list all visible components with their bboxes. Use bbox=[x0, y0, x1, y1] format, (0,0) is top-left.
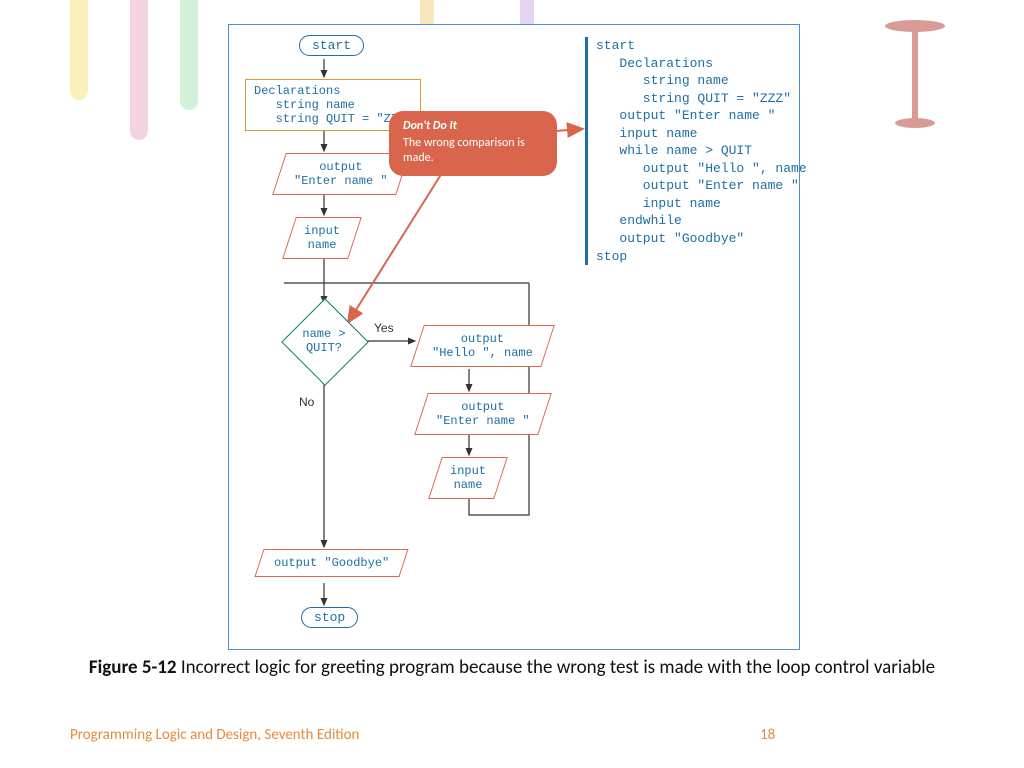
io-label: output "Hello ", name bbox=[432, 332, 533, 360]
io-label: output "Enter name " bbox=[294, 160, 388, 188]
callout-dont-do-it: Don't Do It The wrong comparison is made… bbox=[389, 111, 557, 176]
footer-page-number: 18 bbox=[760, 726, 775, 744]
io-output-goodbye: output "Goodbye" bbox=[259, 549, 404, 577]
edge-no: No bbox=[299, 395, 314, 409]
callout-title: Don't Do It bbox=[403, 119, 543, 134]
terminal-start: start bbox=[299, 35, 364, 56]
pseudocode-block: start Declarations string name string QU… bbox=[585, 37, 807, 265]
footer-book-title: Programming Logic and Design, Seventh Ed… bbox=[70, 726, 359, 744]
terminal-stop: stop bbox=[301, 607, 358, 628]
io-label: input name bbox=[304, 224, 340, 252]
stop-label: stop bbox=[314, 610, 345, 625]
caption-text: Incorrect logic for greeting program bec… bbox=[177, 656, 936, 679]
callout-body: The wrong comparison is made. bbox=[403, 136, 543, 166]
io-output-hello: output "Hello ", name bbox=[417, 325, 548, 367]
io-label: input name bbox=[450, 464, 486, 492]
io-input-name-1: input name bbox=[289, 217, 355, 259]
figure-caption: Figure 5-12 Incorrect logic for greeting… bbox=[0, 656, 1024, 681]
figure-container: start Declarations string name string QU… bbox=[228, 24, 800, 650]
io-label: output "Enter name " bbox=[436, 400, 530, 428]
caption-figure-number: Figure 5-12 bbox=[89, 656, 177, 679]
decision-label: name > QUIT? bbox=[284, 327, 364, 355]
edge-yes: Yes bbox=[374, 321, 394, 335]
io-output-enter-1: output "Enter name " bbox=[279, 153, 403, 195]
decision-name-gt-quit: name > QUIT? bbox=[284, 301, 364, 381]
io-input-name-2: input name bbox=[435, 457, 501, 499]
start-label: start bbox=[312, 38, 351, 53]
io-label: output "Goodbye" bbox=[274, 556, 389, 570]
io-output-enter-2: output "Enter name " bbox=[421, 393, 545, 435]
